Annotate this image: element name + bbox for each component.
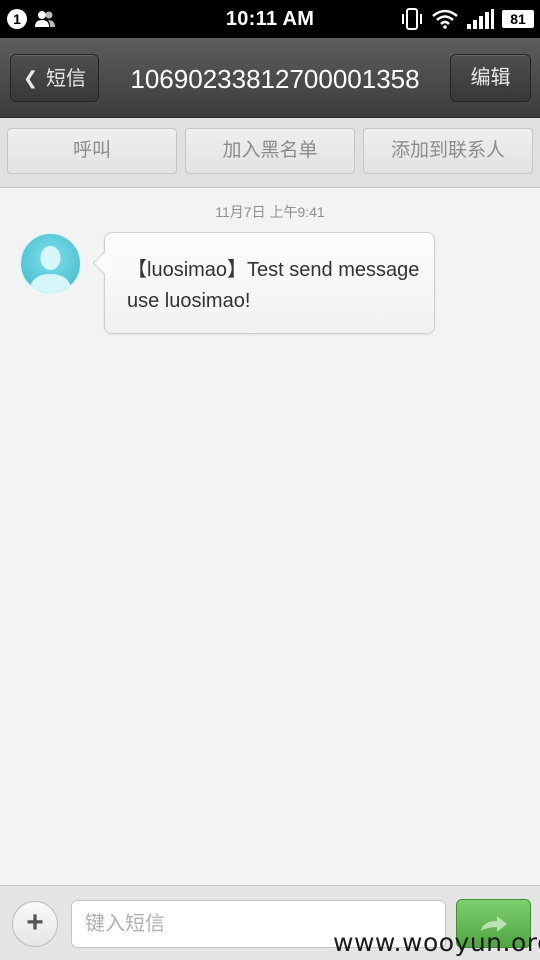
battery-icon: 81 [502,10,534,28]
page-title: 10690233812700001358 [130,64,420,94]
call-button[interactable]: 呼叫 [7,128,177,174]
message-timestamp: 11月7日 上午9:41 [215,204,325,220]
back-button-label: 短信 [46,68,87,90]
message-bubble[interactable]: 【luosimao】Test send message use luosimao… [92,232,435,334]
message-text: 【luosimao】Test send message use luosimao… [127,259,420,312]
conversation-header: ❮ 短信 10690233812700001358 编辑 [0,38,540,118]
edit-button[interactable]: 编辑 [450,54,531,102]
back-button[interactable]: ❮ 短信 [10,54,99,102]
signal-icon [467,9,494,29]
status-time: 10:11 AM [225,8,315,30]
plus-icon: + [26,906,44,939]
message-list[interactable]: 11月7日 上午9:41 【luosimao】Test send message… [0,189,540,885]
add-attachment-button[interactable]: + [12,901,58,947]
add-to-contacts-button[interactable]: 添加到联系人 [363,128,533,174]
vibrate-icon [402,8,422,30]
person-icon [29,246,72,293]
bubble-tail [92,251,116,275]
watermark: www.wooyun.org [333,928,540,957]
chevron-left-icon: ❮ [22,68,39,88]
status-bar: 1 10:11 AM 81 [0,0,540,38]
avatar[interactable] [19,232,82,295]
action-bar: 呼叫 加入黑名单 添加到联系人 [0,118,540,188]
add-to-blacklist-button[interactable]: 加入黑名单 [185,128,355,174]
wifi-icon [432,9,458,29]
